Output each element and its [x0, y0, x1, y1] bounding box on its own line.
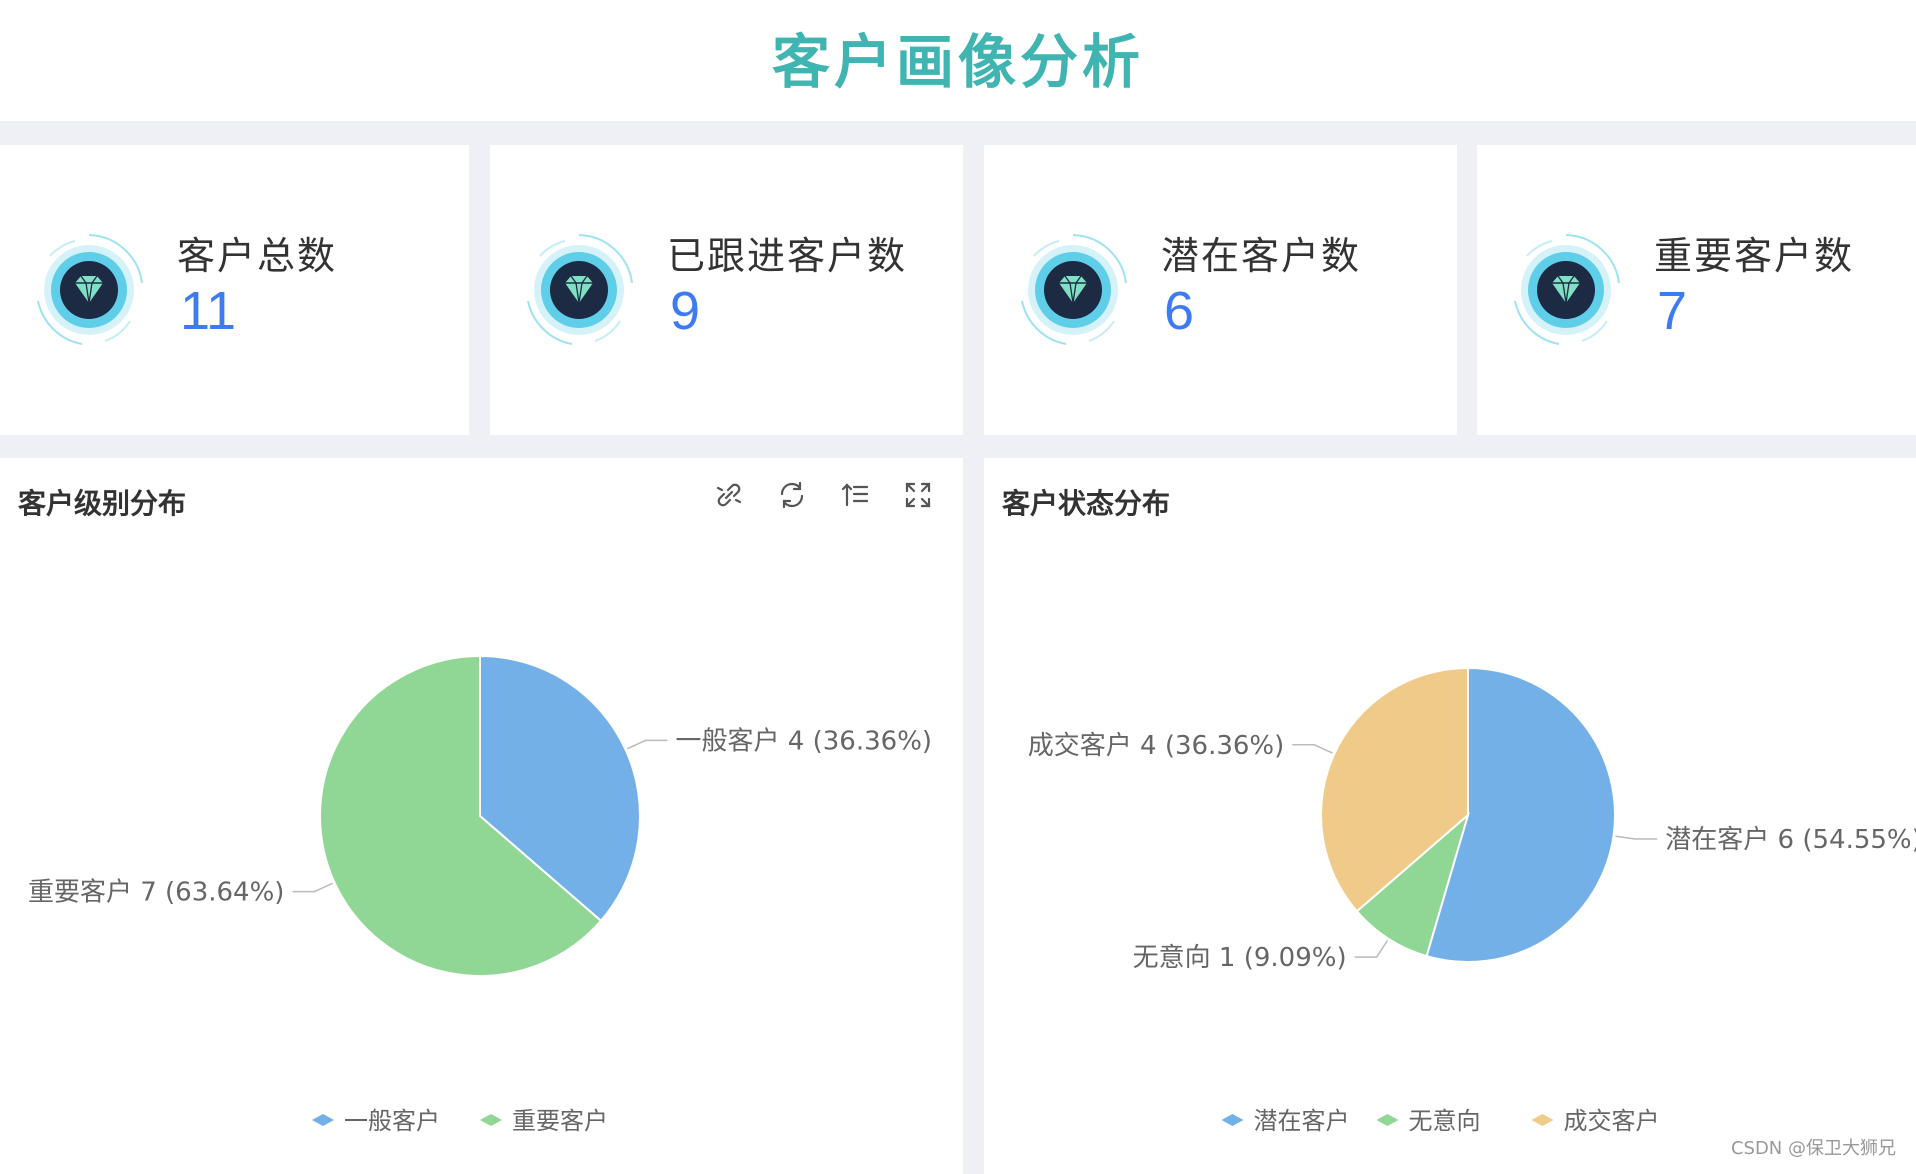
stat-value: 9 — [670, 281, 701, 341]
slice-label: 潜在客户 6 (54.55%) — [1665, 825, 1916, 855]
stat-value: 6 — [1164, 281, 1195, 341]
legend-marker[interactable] — [1531, 1114, 1554, 1126]
stat-card-total: 客户总数 11 — [0, 145, 469, 435]
legend-item[interactable]: 成交客户 — [1564, 1107, 1660, 1135]
stat-value: 11 — [180, 281, 237, 341]
diamond-icon — [527, 234, 633, 345]
stat-label: 客户总数 — [177, 234, 338, 278]
stat-label: 重要客户数 — [1654, 234, 1855, 278]
legend-item[interactable]: 无意向 — [1409, 1107, 1481, 1135]
diamond-icon — [1514, 234, 1620, 345]
stat-card-important: 重要客户数 7 — [1477, 145, 1916, 435]
chart-panel-status: 客户状态分布 潜在客户 6 (54.55%) 无意向 1 (9.09%) 成交客户 … — [984, 458, 1916, 1174]
stat-value: 7 — [1657, 281, 1688, 341]
stat-label: 潜在客户数 — [1161, 234, 1362, 278]
legend-item[interactable]: 潜在客户 — [1254, 1107, 1350, 1135]
label-line — [1292, 744, 1333, 754]
slice-label: 一般客户 4 (36.36%) — [676, 726, 933, 756]
stat-card-potential: 潜在客户数 6 — [984, 145, 1457, 435]
slice-label: 无意向 1 (9.09%) — [1133, 943, 1347, 973]
stat-label: 已跟进客户数 — [667, 234, 908, 278]
slice-label: 成交客户 4 (36.36%) — [1028, 731, 1285, 761]
legend-item[interactable]: 一般客户 — [344, 1107, 440, 1135]
legend-marker[interactable] — [480, 1114, 502, 1126]
legend-marker[interactable] — [1376, 1114, 1399, 1126]
chart-panel-level: 客户级别分布 一般客户 4 (36.36%) 重要客户 7 (63.64%) 一般客… — [0, 458, 963, 1174]
page-title: 客户画像分析 — [771, 27, 1144, 96]
watermark: CSDN @保卫大狮兄 — [1730, 1138, 1896, 1159]
pie-chart-status: 潜在客户 6 (54.55%) 无意向 1 (9.09%) 成交客户 4 (36.3… — [1028, 666, 1916, 1135]
label-line — [1615, 835, 1658, 840]
label-line — [1354, 939, 1389, 958]
diamond-icon — [37, 234, 143, 345]
legend-item[interactable]: 重要客户 — [512, 1107, 608, 1135]
label-line — [292, 882, 333, 893]
legend-marker[interactable] — [312, 1114, 334, 1126]
label-line — [627, 739, 668, 750]
legend-marker[interactable] — [1221, 1114, 1244, 1126]
page-header: 客户画像分析 — [0, 0, 1916, 121]
slice-label: 重要客户 7 (63.64%) — [28, 878, 285, 908]
diamond-icon — [1021, 234, 1127, 345]
pie-chart-level: 一般客户 4 (36.36%) 重要客户 7 (63.64%) 一般客户 重要客户 — [28, 654, 933, 1135]
stat-card-followed: 已跟进客户数 9 — [490, 145, 963, 435]
